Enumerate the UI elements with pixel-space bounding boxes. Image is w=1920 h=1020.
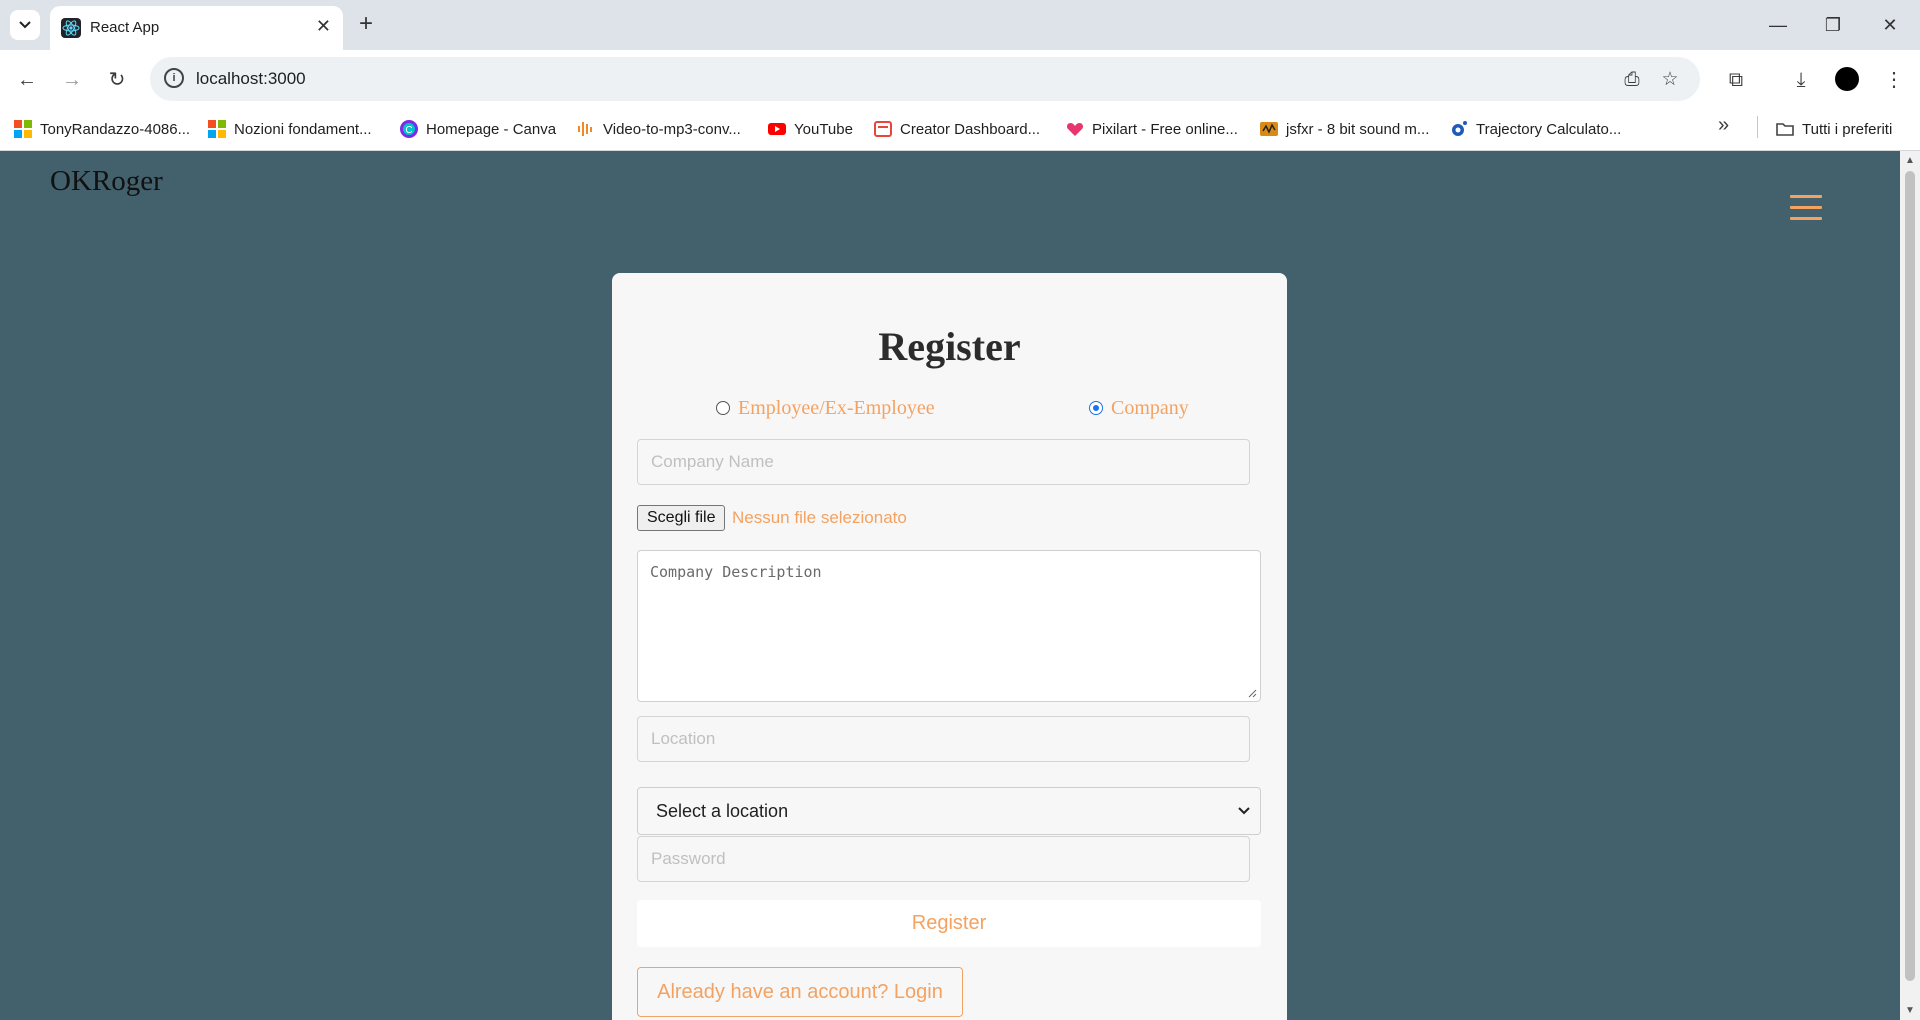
description-placeholder: Company Description	[650, 563, 822, 581]
audio-icon	[578, 122, 592, 136]
bookmark-item[interactable]: C Homepage - Canva	[400, 116, 556, 142]
bookmark-star-icon[interactable]: ☆	[1658, 68, 1682, 92]
folder-icon	[1776, 123, 1794, 136]
app-page: OKRoger Register Employee/Ex-Employee Co…	[0, 151, 1900, 1020]
minimize-icon[interactable]: —	[1758, 10, 1798, 40]
resize-handle-icon[interactable]	[1247, 688, 1257, 698]
menu-kebab-icon[interactable]: ⋮	[1880, 66, 1908, 94]
install-app-icon[interactable]: ⎙	[1620, 68, 1644, 92]
scroll-down-icon[interactable]: ▼	[1905, 1005, 1915, 1016]
react-icon	[61, 18, 81, 38]
radio-employee-label: Employee/Ex-Employee	[738, 396, 935, 419]
login-link-button[interactable]: Already have an account? Login	[637, 967, 963, 1017]
bookmarks-bar: TonyRandazzo-4086... Nozioni fondament..…	[0, 108, 1920, 151]
sound-icon	[1260, 122, 1278, 136]
address-bar[interactable]: i localhost:3000 ⎙ ☆	[150, 57, 1700, 101]
bookmark-item[interactable]: Trajectory Calculato...	[1450, 116, 1621, 142]
bookmark-label: TonyRandazzo-4086...	[40, 120, 191, 138]
restore-icon[interactable]: ❐	[1813, 10, 1853, 40]
bookmarks-divider	[1757, 116, 1758, 138]
new-tab-button[interactable]: +	[352, 10, 380, 38]
browser-toolbar: ← → ↻ i localhost:3000 ⎙ ☆ ⧉ ⤓ ⋮	[0, 50, 1920, 108]
bookmark-item[interactable]: Creator Dashboard...	[874, 116, 1040, 142]
bookmark-item[interactable]: TonyRandazzo-4086...	[14, 116, 190, 142]
all-bookmarks-folder[interactable]: Tutti i preferiti	[1776, 116, 1892, 142]
radio-button-checked[interactable]	[1089, 401, 1103, 415]
bookmark-item[interactable]: jsfxr - 8 bit sound m...	[1260, 116, 1429, 142]
back-icon[interactable]: ←	[13, 66, 41, 94]
youtube-icon	[768, 123, 786, 135]
tab-title: React App	[90, 19, 160, 36]
svg-text:C: C	[405, 125, 412, 136]
more-bookmarks-icon[interactable]: »	[1718, 114, 1729, 137]
tab-search-button[interactable]	[10, 10, 40, 40]
scroll-up-icon[interactable]: ▲	[1905, 155, 1915, 166]
password-input[interactable]: Password	[637, 836, 1250, 882]
close-window-icon[interactable]: ✕	[1870, 10, 1910, 40]
location-select[interactable]: Select a location	[637, 787, 1261, 835]
canva-icon: C	[400, 120, 418, 138]
download-icon[interactable]: ⤓	[1787, 66, 1815, 94]
bookmark-label: Pixilart - Free online...	[1092, 120, 1238, 138]
file-status-text: Nessun file selezionato	[732, 508, 907, 527]
all-bookmarks-label: Tutti i preferiti	[1802, 120, 1893, 138]
scrollbar-thumb[interactable]	[1905, 171, 1915, 981]
close-tab-icon[interactable]: ✕	[316, 16, 331, 37]
tab-strip: React App ✕ + — ❐ ✕	[0, 0, 1920, 50]
microsoft-icon	[208, 120, 226, 138]
choose-file-button[interactable]: Scegli file	[637, 505, 726, 531]
url-text[interactable]: localhost:3000	[196, 69, 306, 89]
bookmark-label: Video-to-mp3-conv...	[603, 120, 741, 138]
radio-employee[interactable]: Employee/Ex-Employee	[716, 396, 935, 420]
radio-button-unchecked[interactable]	[716, 401, 730, 415]
trajectory-icon	[1452, 121, 1467, 136]
browser-tab[interactable]: React App ✕	[50, 6, 343, 50]
radio-company[interactable]: Company	[1089, 396, 1189, 420]
location-select-value: Select a location	[656, 801, 789, 821]
bookmark-item[interactable]: Nozioni fondament...	[208, 116, 372, 142]
chevron-down-icon	[19, 21, 31, 29]
dashboard-icon	[874, 121, 892, 137]
bookmark-label: Nozioni fondament...	[234, 120, 372, 138]
bookmark-item[interactable]: Video-to-mp3-conv...	[577, 116, 741, 142]
company-name-input[interactable]: Company Name	[637, 439, 1250, 485]
register-button[interactable]: Register	[637, 900, 1261, 947]
bookmark-item[interactable]: Pixilart - Free online...	[1066, 116, 1238, 142]
radio-company-label: Company	[1111, 396, 1189, 419]
company-description-textarea[interactable]: Company Description	[637, 550, 1261, 702]
profile-avatar[interactable]	[1835, 67, 1859, 91]
bookmark-item[interactable]: YouTube	[768, 116, 853, 142]
location-input[interactable]: Location	[637, 716, 1250, 762]
forward-icon[interactable]: →	[58, 66, 86, 94]
site-info-icon[interactable]: i	[164, 68, 184, 88]
bookmark-label: Homepage - Canva	[426, 120, 557, 138]
heart-icon	[1066, 123, 1084, 136]
register-card: Register Employee/Ex-Employee Company Co…	[612, 273, 1287, 1020]
bookmark-label: Trajectory Calculato...	[1476, 120, 1622, 138]
chevron-down-icon	[1238, 788, 1250, 834]
page-title: Register	[878, 324, 1021, 369]
microsoft-icon	[14, 120, 32, 138]
bookmark-label: jsfxr - 8 bit sound m...	[1286, 120, 1430, 138]
bookmark-label: Creator Dashboard...	[900, 120, 1041, 138]
brand-logo[interactable]: OKRoger	[50, 165, 163, 198]
hamburger-menu-icon[interactable]	[1790, 195, 1822, 225]
extensions-icon[interactable]: ⧉	[1722, 66, 1750, 94]
reload-icon[interactable]: ↻	[103, 66, 131, 94]
page-scrollbar[interactable]: ▲ ▼	[1900, 151, 1920, 1020]
bookmark-label: YouTube	[794, 120, 853, 138]
